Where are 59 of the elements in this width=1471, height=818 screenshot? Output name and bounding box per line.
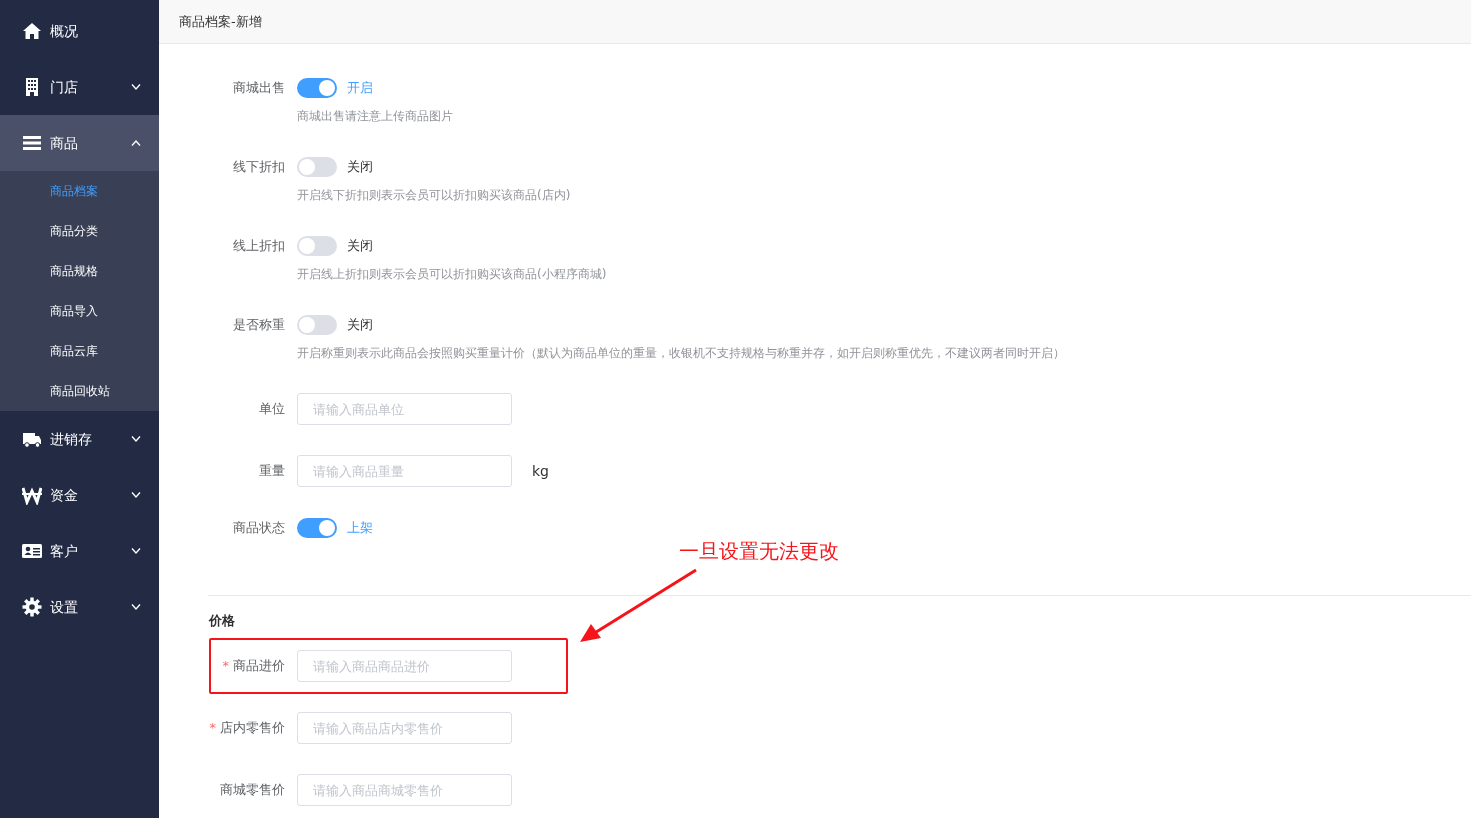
toggle-state-text: 开启: [347, 79, 373, 98]
required-asterisk: *: [209, 719, 216, 738]
chevron-down-icon: [131, 84, 141, 90]
toggle-switch[interactable]: [297, 157, 337, 177]
unit-label: kg: [532, 461, 549, 481]
sidebar-item[interactable]: 客户: [0, 523, 159, 579]
hint-text: 开启称重则表示此商品会按照购买重量计价（默认为商品单位的重量，收银机不支持规格与称重并存，如开启则称重优先，不建议两者同时开启）: [297, 345, 1066, 362]
sidebar-item[interactable]: 资金: [0, 467, 159, 523]
sidebar-item[interactable]: 概况: [0, 3, 159, 59]
id-card-icon: [22, 541, 42, 561]
sidebar-item[interactable]: 商品: [0, 115, 159, 171]
page-title: 商品档案-新增: [179, 12, 262, 31]
submenu-item[interactable]: 商品档案: [0, 171, 159, 211]
toggle-state-text: 上架: [347, 519, 373, 538]
hint-text: 开启线上折扣则表示会员可以折扣购买该商品(小程序商城): [297, 266, 608, 283]
submenu-item[interactable]: 商品规格: [0, 251, 159, 291]
input-field[interactable]: 请输入商品重量: [297, 455, 512, 487]
toggle-switch[interactable]: [297, 518, 337, 538]
field-label: 线上折扣: [232, 237, 286, 256]
toggle-state-text: 关闭: [347, 316, 373, 335]
submenu-item[interactable]: 商品分类: [0, 211, 159, 251]
field-label: 商品进价: [233, 657, 285, 676]
sidebar-item[interactable]: 门店: [0, 59, 159, 115]
sidebar-item[interactable]: 设置: [0, 579, 159, 635]
input-field[interactable]: 请输入商品店内零售价: [297, 712, 512, 744]
hint-text: 开启线下折扣则表示会员可以折扣购买该商品(店内): [297, 187, 572, 204]
input-field[interactable]: 请输入商品单位: [297, 393, 512, 425]
submenu-item[interactable]: 商品云库: [0, 331, 159, 371]
field-label: 商城零售价: [220, 781, 285, 800]
field-label: 单位: [258, 400, 286, 419]
field-label: 重量: [258, 462, 286, 481]
field-label: 商品状态: [232, 519, 286, 538]
toggle-state-text: 关闭: [347, 237, 373, 256]
toggle-switch[interactable]: [297, 236, 337, 256]
house-icon: [22, 21, 42, 41]
chevron-up-icon: [131, 140, 141, 146]
toggle-switch[interactable]: [297, 78, 337, 98]
toggle-switch[interactable]: [297, 315, 337, 335]
gear-icon: [22, 597, 42, 617]
sidebar-item[interactable]: 进销存: [0, 411, 159, 467]
submenu-item[interactable]: 商品回收站: [0, 371, 159, 411]
field-label: 线下折扣: [232, 158, 286, 177]
annotation-text: 一旦设置无法更改: [679, 538, 839, 565]
menu-icon: [22, 133, 42, 153]
chevron-down-icon: [131, 492, 141, 498]
section-title: 价格: [209, 612, 236, 630]
chevron-down-icon: [131, 548, 141, 554]
field-label: 店内零售价: [220, 719, 285, 738]
required-asterisk: *: [222, 657, 229, 676]
input-field[interactable]: 请输入商品商城零售价: [297, 774, 512, 806]
hint-text: 商城出售请注意上传商品图片: [297, 108, 454, 125]
field-label: 是否称重: [232, 316, 286, 335]
toggle-state-text: 关闭: [347, 158, 373, 177]
input-field[interactable]: 请输入商品商品进价: [297, 650, 512, 682]
chevron-down-icon: [131, 436, 141, 442]
chevron-down-icon: [131, 604, 141, 610]
submenu-item[interactable]: 商品导入: [0, 291, 159, 331]
field-label: 商城出售: [232, 79, 286, 98]
won-sign-icon: [22, 485, 42, 505]
